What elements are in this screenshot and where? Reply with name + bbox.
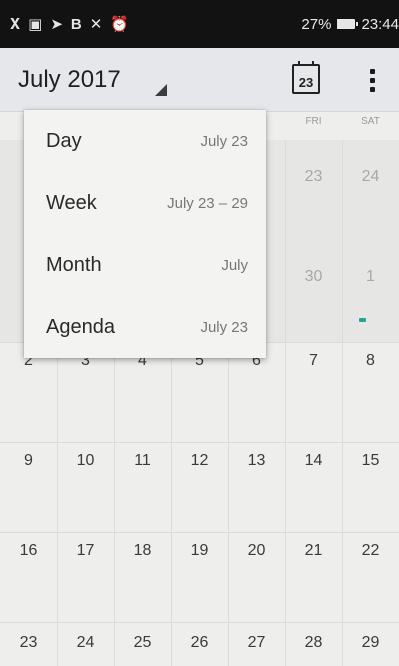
dropdown-caret-icon[interactable] [155,84,167,96]
app-bar: July 2017 23 [0,48,399,112]
clock: 23:44 [361,15,399,33]
bluetooth-icon: B [70,15,82,33]
battery-percent: 27% [301,15,332,33]
menu-item-month[interactable]: Month July [24,234,266,296]
day-cell[interactable]: 21 [285,542,342,560]
mute-icon: ✕ [89,16,103,33]
column-divider [285,140,286,666]
weekday-label: SAT [361,116,380,127]
day-cell[interactable]: 30 [285,268,342,286]
day-cell[interactable]: 7 [285,352,342,370]
status-bar: 𝚾 ▣ ➤ B ✕ ⏰ 27% 23:44 [0,0,399,48]
column-divider [342,140,343,666]
day-cell[interactable]: 15 [342,452,399,470]
menu-item-range: July [221,256,248,274]
day-cell[interactable]: 14 [285,452,342,470]
week-row: 9 10 11 12 13 14 15 [0,442,399,532]
alarm-icon: ⏰ [110,16,130,33]
menu-item-range: July 23 [200,132,248,150]
day-cell[interactable]: 16 [0,542,57,560]
day-cell[interactable]: 19 [171,542,228,560]
menu-item-label: Week [46,191,97,214]
event-indicator [359,318,366,322]
weekday-label: FRI [305,116,322,127]
week-row: 16 17 18 19 20 21 22 [0,532,399,622]
status-icons: 𝚾 ▣ ➤ B ✕ ⏰ [10,15,130,34]
voicemail-icon: ▣ [28,16,43,33]
menu-item-week[interactable]: Week July 23 – 29 [24,172,266,234]
day-cell[interactable]: 13 [228,452,285,470]
location-icon: ➤ [50,16,63,33]
day-cell[interactable]: 1 [342,268,399,286]
day-cell[interactable]: 12 [171,452,228,470]
battery-level [337,19,343,29]
day-cell[interactable]: 22 [342,542,399,560]
day-cell[interactable]: 8 [342,352,399,370]
day-cell[interactable]: 28 [285,634,342,652]
day-cell[interactable]: 23 [0,634,57,652]
day-cell[interactable]: 24 [342,168,399,186]
day-cell[interactable]: 26 [171,634,228,652]
week-row: 23 24 25 26 27 28 29 [0,622,399,666]
day-cell[interactable]: 24 [57,634,114,652]
menu-item-range: July 23 [200,318,248,336]
battery-icon [337,19,359,29]
view-dropdown-menu: Day July 23 Week July 23 – 29 Month July… [24,110,266,358]
status-right: 27% 23:44 [301,16,399,33]
menu-item-label: Agenda [46,315,115,338]
missed-call-icon: 𝚾 [10,15,21,33]
day-cell[interactable]: 11 [114,452,171,470]
day-cell[interactable]: 10 [57,452,114,470]
today-button[interactable]: 23 [292,61,320,94]
today-date-label: 23 [298,75,314,90]
day-cell[interactable]: 17 [57,542,114,560]
month-selector[interactable]: July 2017 [18,66,121,94]
menu-item-agenda[interactable]: Agenda July 23 [24,296,266,358]
menu-item-range: July 23 – 29 [167,194,248,212]
day-cell[interactable]: 25 [114,634,171,652]
day-cell[interactable]: 29 [342,634,399,652]
menu-item-label: Month [46,253,102,276]
day-cell[interactable]: 23 [285,168,342,186]
day-cell[interactable]: 9 [0,452,57,470]
day-cell[interactable]: 27 [228,634,285,652]
day-cell[interactable]: 20 [228,542,285,560]
day-cell[interactable]: 18 [114,542,171,560]
menu-item-day[interactable]: Day July 23 [24,110,266,172]
more-options-icon[interactable] [362,64,382,96]
menu-item-label: Day [46,129,82,152]
